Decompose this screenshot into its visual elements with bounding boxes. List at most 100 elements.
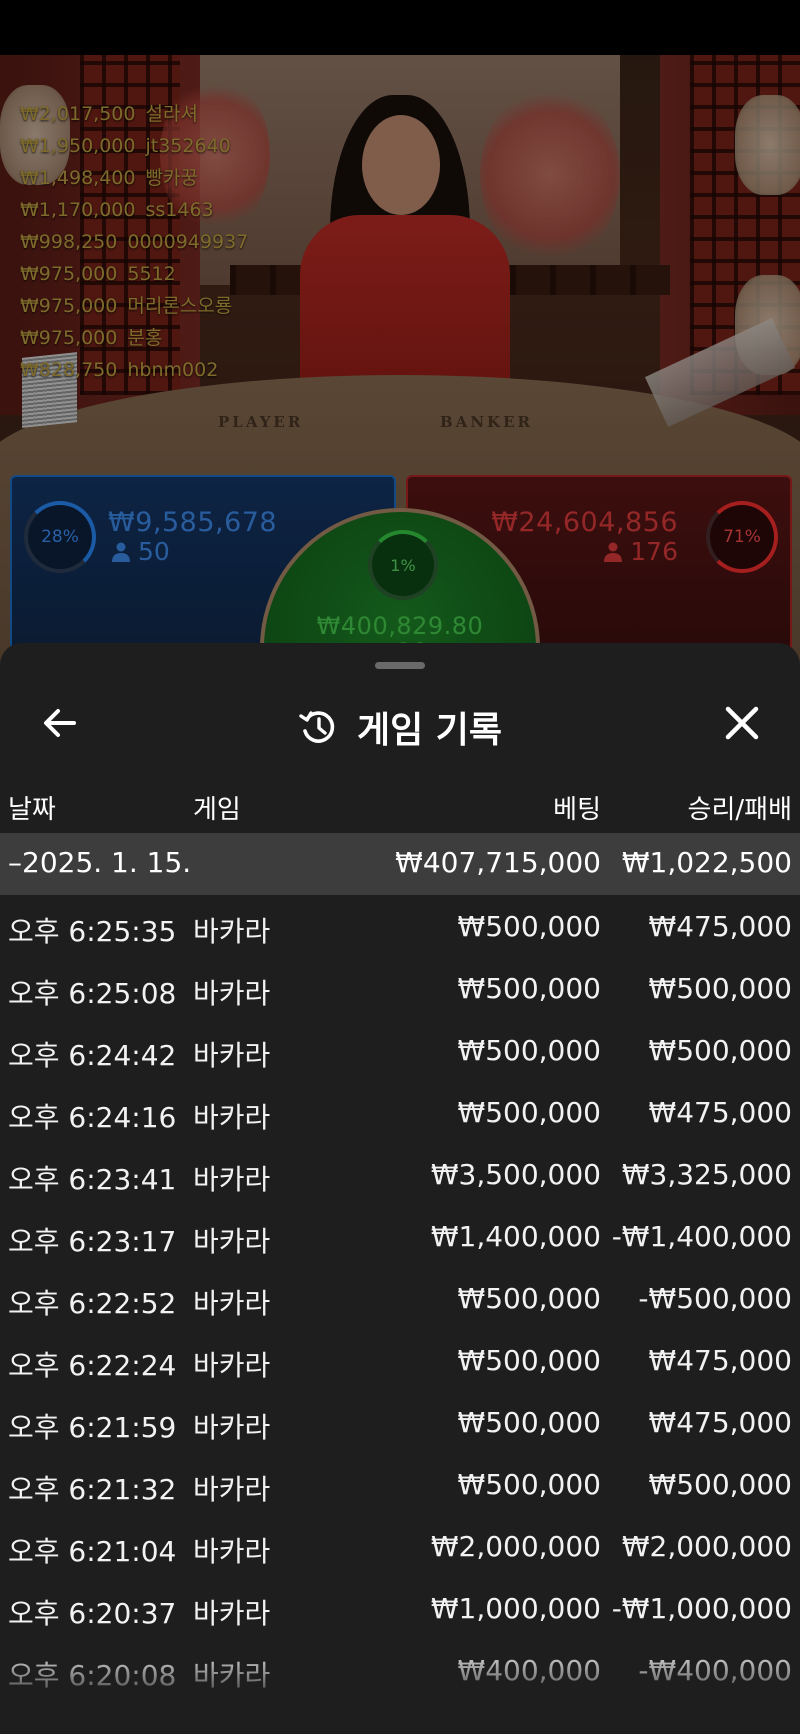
row-result: ₩475,000 xyxy=(648,1406,792,1439)
history-table-header: 날짜 게임 베팅 승리/패배 xyxy=(0,773,800,833)
user-icon xyxy=(604,542,623,562)
history-row[interactable]: 오후 6:23:17 바카라 ₩1,400,000 -₩1,400,000 xyxy=(0,1205,800,1267)
player-total-amount: ₩9,585,678 xyxy=(108,507,278,538)
row-result: ₩475,000 xyxy=(648,1096,792,1129)
row-time: 오후 6:25:08 xyxy=(8,977,177,1010)
row-bet: ₩500,000 xyxy=(457,972,601,1005)
leaderboard-amount: ₩1,950,000 xyxy=(20,135,136,157)
row-result: -₩500,000 xyxy=(638,1282,792,1315)
row-game: 바카라 xyxy=(193,1349,271,1382)
row-time: 오후 6:22:24 xyxy=(8,1349,177,1382)
row-time: 오후 6:25:35 xyxy=(8,915,177,948)
leaderboard-entry: ₩828,750 hbnm002 xyxy=(20,354,248,386)
history-row[interactable]: 오후 6:22:52 바카라 ₩500,000 -₩500,000 xyxy=(0,1267,800,1329)
leaderboard-amount: ₩975,000 xyxy=(20,263,118,285)
leaderboard-username: 설라셔 xyxy=(145,103,198,125)
row-game: 바카라 xyxy=(193,1225,271,1258)
player-count-value: 50 xyxy=(137,537,170,566)
column-header-date[interactable]: 날짜 xyxy=(8,789,56,826)
row-result: ₩475,000 xyxy=(648,910,792,943)
row-time: 오후 6:20:37 xyxy=(8,1597,177,1630)
leaderboard-username: 5512 xyxy=(127,263,176,285)
winners-leaderboard: ₩2,017,500 설라셔 ₩1,950,000 jt352640 ₩1,498,40… xyxy=(20,98,248,386)
row-time: 오후 6:24:16 xyxy=(8,1101,177,1134)
sheet-title-group: 게임 기록 xyxy=(0,701,800,753)
leaderboard-username: 빵카꿍 xyxy=(145,167,198,189)
row-game: 바카라 xyxy=(193,1411,271,1444)
row-result: ₩500,000 xyxy=(648,1468,792,1501)
banker-percent-gauge: 71% xyxy=(706,501,778,573)
history-row[interactable]: 오후 6:20:37 바카라 ₩1,000,000 -₩1,000,000 xyxy=(0,1577,800,1639)
leaderboard-entry: ₩975,000 분홍 xyxy=(20,322,248,354)
date-group-win-total: ₩1,022,500 xyxy=(621,846,792,879)
leaderboard-entry: ₩1,950,000 jt352640 xyxy=(20,130,248,162)
history-row[interactable]: 오후 6:24:42 바카라 ₩500,000 ₩500,000 xyxy=(0,1019,800,1081)
history-row[interactable]: 오후 6:21:59 바카라 ₩500,000 ₩475,000 xyxy=(0,1391,800,1453)
row-game: 바카라 xyxy=(193,1287,271,1320)
row-game: 바카라 xyxy=(193,1039,271,1072)
row-bet: ₩500,000 xyxy=(457,1468,601,1501)
row-time: 오후 6:21:32 xyxy=(8,1473,177,1506)
row-game: 바카라 xyxy=(193,915,271,948)
column-header-bet[interactable]: 베팅 xyxy=(553,789,601,826)
history-rows: 오후 6:25:35 바카라 ₩500,000 ₩475,000 오후 6:25:08 바… xyxy=(0,895,800,1701)
dealer-face xyxy=(362,115,440,215)
row-bet: ₩1,400,000 xyxy=(430,1220,601,1253)
sheet-drag-handle[interactable] xyxy=(375,662,425,669)
history-row[interactable]: 오후 6:21:32 바카라 ₩500,000 ₩500,000 xyxy=(0,1453,800,1515)
banker-bettor-count: 176 xyxy=(604,537,678,566)
leaderboard-username: ss1463 xyxy=(145,199,214,221)
blossom-right xyxy=(480,85,620,265)
row-result: ₩3,325,000 xyxy=(621,1158,792,1191)
date-group-row[interactable]: –2025. 1. 15. ₩407,715,000 ₩1,022,500 xyxy=(0,833,800,895)
player-bettor-count: 50 xyxy=(112,537,170,566)
sheet-header: 게임 기록 xyxy=(0,683,800,763)
row-time: 오후 6:24:42 xyxy=(8,1039,177,1072)
banker-total-amount: ₩24,604,856 xyxy=(491,507,678,538)
row-game: 바카라 xyxy=(193,977,271,1010)
player-percent-gauge: 28% xyxy=(24,501,96,573)
row-time: 오후 6:23:41 xyxy=(8,1163,177,1196)
leaderboard-entry: ₩1,170,000 ss1463 xyxy=(20,194,248,226)
row-bet: ₩500,000 xyxy=(457,1406,601,1439)
row-result: ₩500,000 xyxy=(648,972,792,1005)
history-icon xyxy=(299,711,335,743)
user-icon xyxy=(112,542,130,562)
game-history-sheet: 게임 기록 날짜 게임 베팅 승리/패배 –2025. 1. 15. ₩407,… xyxy=(0,643,800,1734)
row-result: ₩475,000 xyxy=(648,1344,792,1377)
table-label-player: PLAYER xyxy=(218,413,304,431)
leaderboard-username: 머리론스오룡 xyxy=(127,295,233,317)
leaderboard-username: 분홍 xyxy=(127,327,163,349)
column-header-game[interactable]: 게임 xyxy=(193,789,241,826)
leaderboard-amount: ₩1,170,000 xyxy=(20,199,136,221)
close-icon xyxy=(725,706,759,740)
row-result: -₩1,400,000 xyxy=(611,1220,792,1253)
row-game: 바카라 xyxy=(193,1473,271,1506)
tie-total-amount: ₩400,829.80 xyxy=(316,612,484,640)
row-time: 오후 6:22:52 xyxy=(8,1287,177,1320)
history-row[interactable]: 오후 6:25:08 바카라 ₩500,000 ₩500,000 xyxy=(0,957,800,1019)
history-row[interactable]: 오후 6:25:35 바카라 ₩500,000 ₩475,000 xyxy=(0,895,800,957)
leaderboard-entry: ₩2,017,500 설라셔 xyxy=(20,98,248,130)
leaderboard-amount: ₩1,498,400 xyxy=(20,167,136,189)
date-group-bet-total: ₩407,715,000 xyxy=(395,846,601,879)
column-header-win-loss[interactable]: 승리/패배 xyxy=(688,789,792,826)
row-result: ₩2,000,000 xyxy=(621,1530,792,1563)
leaderboard-entry: ₩975,000 머리론스오룡 xyxy=(20,290,248,322)
leaderboard-entry: ₩998,250 0000949937 xyxy=(20,226,248,258)
banker-count-value: 176 xyxy=(630,537,678,566)
lantern-right-top xyxy=(735,95,800,195)
history-row[interactable]: 오후 6:22:24 바카라 ₩500,000 ₩475,000 xyxy=(0,1329,800,1391)
history-row[interactable]: 오후 6:21:04 바카라 ₩2,000,000 ₩2,000,000 xyxy=(0,1515,800,1577)
row-bet: ₩500,000 xyxy=(457,1344,601,1377)
sheet-title: 게임 기록 xyxy=(357,710,503,751)
history-row[interactable]: 오후 6:23:41 바카라 ₩3,500,000 ₩3,325,000 xyxy=(0,1143,800,1205)
leaderboard-amount: ₩975,000 xyxy=(20,295,118,317)
history-row[interactable]: 오후 6:24:16 바카라 ₩500,000 ₩475,000 xyxy=(0,1081,800,1143)
close-button[interactable] xyxy=(718,699,766,747)
leaderboard-entry: ₩1,498,400 빵카꿍 xyxy=(20,162,248,194)
leaderboard-amount: ₩2,017,500 xyxy=(20,103,136,125)
row-bet: ₩2,000,000 xyxy=(430,1530,601,1563)
leaderboard-username: 0000949937 xyxy=(127,231,249,253)
row-bet: ₩500,000 xyxy=(457,1034,601,1067)
